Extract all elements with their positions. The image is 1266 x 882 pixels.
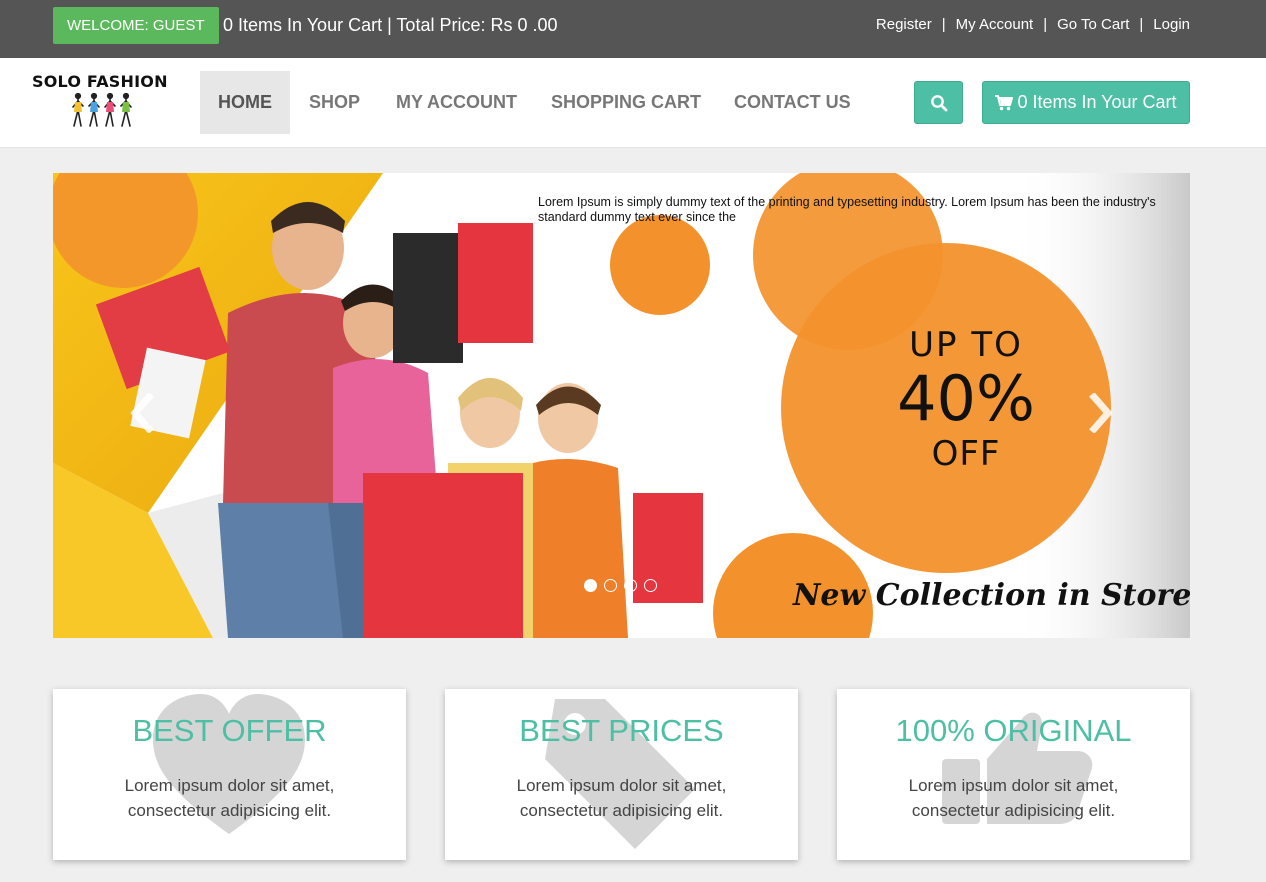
- feature-text-line-2: consectetur adipisicing elit.: [127, 801, 332, 820]
- link-separator: |: [1043, 16, 1048, 33]
- cart-button-label: 0 Items In Your Cart: [1017, 92, 1177, 112]
- feature-card-best-prices: BEST PRICES Lorem ipsum dolor sit amet, c…: [445, 689, 798, 860]
- feature-title: BEST PRICES: [519, 713, 724, 748]
- shopping-cart-icon: [995, 94, 1014, 110]
- link-separator: |: [1139, 16, 1144, 33]
- nav-shopping-cart[interactable]: SHOPPING CART: [551, 71, 701, 134]
- promo-percentage: 40%: [897, 362, 1035, 435]
- carousel-indicator-1[interactable]: [584, 579, 597, 592]
- fashion-models-logo-icon: [72, 92, 132, 127]
- my-account-link[interactable]: My Account: [956, 16, 1034, 33]
- nav-contact-us[interactable]: CONTACT US: [734, 71, 851, 134]
- chevron-right-icon[interactable]: [1086, 393, 1116, 433]
- carousel-indicator-3[interactable]: [624, 579, 637, 592]
- login-link[interactable]: Login: [1153, 16, 1190, 33]
- feature-text-line-2: consectetur adipisicing elit.: [519, 801, 724, 820]
- promo-line-3: OFF: [931, 434, 1001, 474]
- feature-text: Lorem ipsum dolor sit amet, consectetur a…: [53, 773, 406, 823]
- carousel-indicators: [584, 579, 657, 592]
- link-separator: |: [941, 16, 946, 33]
- feature-text: Lorem ipsum dolor sit amet, consectetur a…: [837, 773, 1190, 823]
- feature-text-line-1: Lorem ipsum dolor sit amet,: [908, 776, 1119, 795]
- nav-shop[interactable]: SHOP: [309, 71, 360, 134]
- feature-title: BEST OFFER: [132, 713, 327, 748]
- feature-text: Lorem ipsum dolor sit amet, consectetur a…: [445, 773, 798, 823]
- feature-title: 100% ORIGINAL: [895, 713, 1132, 748]
- brand-logo[interactable]: SOLO FASHION: [32, 72, 184, 132]
- hero-tagline: New Collection in Store: [793, 578, 1190, 613]
- promo-line-1: UP TO: [909, 325, 1023, 365]
- feature-text-line-1: Lorem ipsum dolor sit amet,: [516, 776, 727, 795]
- feature-text-line-1: Lorem ipsum dolor sit amet,: [124, 776, 335, 795]
- carousel-indicator-2[interactable]: [604, 579, 617, 592]
- feature-card-original: 100% ORIGINAL Lorem ipsum dolor sit amet…: [837, 689, 1190, 860]
- search-icon: [930, 94, 947, 111]
- main-navbar: SOLO FASHION HOME SHOP MY ACCOUNT SHOPPI…: [0, 58, 1266, 148]
- search-button[interactable]: [914, 81, 963, 124]
- brand-name: SOLO FASHION: [32, 72, 168, 91]
- hero-caption: Lorem Ipsum is simply dummy text of the …: [538, 195, 1156, 224]
- feature-text-line-2: consectetur adipisicing elit.: [911, 801, 1116, 820]
- top-bar: WELCOME: GUEST 0 Items In Your Cart | To…: [0, 0, 1266, 58]
- hero-carousel[interactable]: Lorem Ipsum is simply dummy text of the …: [53, 173, 1190, 638]
- top-links: Register | My Account | Go To Cart | Login: [876, 16, 1190, 34]
- welcome-badge: WELCOME: GUEST: [53, 7, 219, 44]
- go-to-cart-link[interactable]: Go To Cart: [1057, 16, 1129, 33]
- nav-home[interactable]: HOME: [200, 71, 290, 134]
- register-link[interactable]: Register: [876, 16, 932, 33]
- feature-card-best-offer: BEST OFFER Lorem ipsum dolor sit amet, co…: [53, 689, 406, 860]
- cart-summary: 0 Items In Your Cart | Total Price: Rs 0…: [223, 15, 558, 35]
- cart-button[interactable]: 0 Items In Your Cart: [982, 81, 1190, 124]
- carousel-indicator-4[interactable]: [644, 579, 657, 592]
- chevron-left-icon[interactable]: [127, 393, 157, 433]
- promo-badge: UP TO 40% OFF: [871, 325, 1061, 475]
- nav-my-account[interactable]: MY ACCOUNT: [396, 71, 517, 134]
